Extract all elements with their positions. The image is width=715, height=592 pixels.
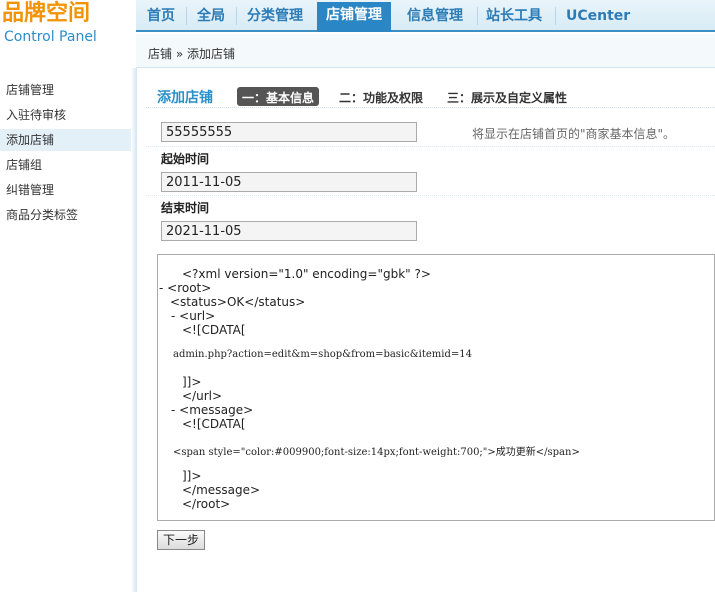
- nav-info-management[interactable]: 信息管理: [398, 4, 472, 30]
- nav-category-management[interactable]: 分类管理: [238, 4, 312, 30]
- nav-home[interactable]: 首页: [138, 4, 184, 30]
- xml-line: - <url>: [171, 309, 216, 323]
- breadcrumb: 店铺 » 添加店铺: [148, 47, 235, 61]
- xml-line: <span style="color:#009900;font-size:14p…: [173, 447, 580, 458]
- xml-line: admin.php?action=edit&m=shop&from=basic&…: [173, 349, 472, 360]
- sidebar-item-shop-group[interactable]: 店铺组: [0, 154, 131, 176]
- page-title: 添加店铺: [157, 90, 213, 106]
- xml-line: <![CDATA[: [182, 417, 246, 431]
- xml-line: - <root>: [159, 281, 212, 295]
- next-step-button[interactable]: 下一步: [157, 530, 205, 550]
- row-divider: [146, 195, 715, 196]
- top-nav: 首页 全局 分类管理 店铺管理 信息管理 站长工具 UCenter: [136, 0, 715, 32]
- shop-name-input[interactable]: 55555555: [161, 122, 417, 142]
- nav-ucenter[interactable]: UCenter: [557, 4, 639, 30]
- xml-line: <status>OK</status>: [170, 295, 306, 309]
- nav-global[interactable]: 全局: [188, 4, 234, 30]
- nav-webmaster-tools[interactable]: 站长工具: [477, 4, 551, 30]
- sidebar-edge: [131, 68, 137, 592]
- sidebar-item-shop-management[interactable]: 店铺管理: [0, 79, 131, 101]
- xml-response-box: <?xml version="1.0" encoding="gbk" ?> - …: [157, 254, 715, 521]
- xml-line: </root>: [182, 497, 231, 511]
- xml-line: ]]>: [182, 375, 202, 389]
- nav-shop-management[interactable]: 店铺管理: [317, 2, 391, 32]
- sidebar: 店铺管理 入驻待审核 添加店铺 店铺组 纠错管理 商品分类标签: [0, 68, 136, 592]
- logo-subtitle: Control Panel: [4, 29, 97, 45]
- main-content: 添加店铺 一：基本信息 二：功能及权限 三：展示及自定义属性 55555555 …: [146, 68, 715, 592]
- sidebar-item-add-shop[interactable]: 添加店铺: [0, 129, 131, 151]
- nav-separator: [555, 7, 556, 25]
- xml-line: </message>: [182, 483, 261, 497]
- logo: 品牌空间 Control Panel: [0, 0, 136, 68]
- step-display-custom-attributes[interactable]: 三：展示及自定义属性: [442, 87, 572, 106]
- sidebar-item-pending-review[interactable]: 入驻待审核: [0, 104, 131, 126]
- end-time-label: 结束时间: [161, 201, 210, 215]
- header: 品牌空间 Control Panel 首页 全局 分类管理 店铺管理 信息管理 …: [0, 0, 715, 68]
- start-time-input[interactable]: 2011-11-05: [161, 172, 417, 192]
- breadcrumb-bar: 店铺 » 添加店铺: [136, 34, 715, 68]
- shop-name-hint: 将显示在店铺首页的"商家基本信息"。: [472, 127, 676, 141]
- xml-line: <![CDATA[: [182, 323, 246, 337]
- sidebar-item-product-category-tags[interactable]: 商品分类标签: [0, 204, 131, 226]
- start-time-label: 起始时间: [161, 152, 210, 166]
- logo-title: 品牌空间: [2, 1, 91, 26]
- step-functions-permissions[interactable]: 二：功能及权限: [334, 87, 428, 106]
- end-time-input[interactable]: 2021-11-05: [161, 221, 417, 241]
- xml-line: </url>: [182, 389, 223, 403]
- step-basic-info[interactable]: 一：基本信息: [237, 87, 320, 106]
- nav-separator: [236, 7, 237, 25]
- title-row: 添加店铺 一：基本信息 二：功能及权限 三：展示及自定义属性: [146, 86, 715, 108]
- nav-separator: [186, 7, 187, 25]
- row-divider: [146, 146, 715, 147]
- xml-line: <?xml version="1.0" encoding="gbk" ?>: [182, 267, 431, 281]
- xml-line: ]]>: [182, 469, 202, 483]
- xml-line: - <message>: [171, 403, 254, 417]
- sidebar-item-error-correction[interactable]: 纠错管理: [0, 179, 131, 201]
